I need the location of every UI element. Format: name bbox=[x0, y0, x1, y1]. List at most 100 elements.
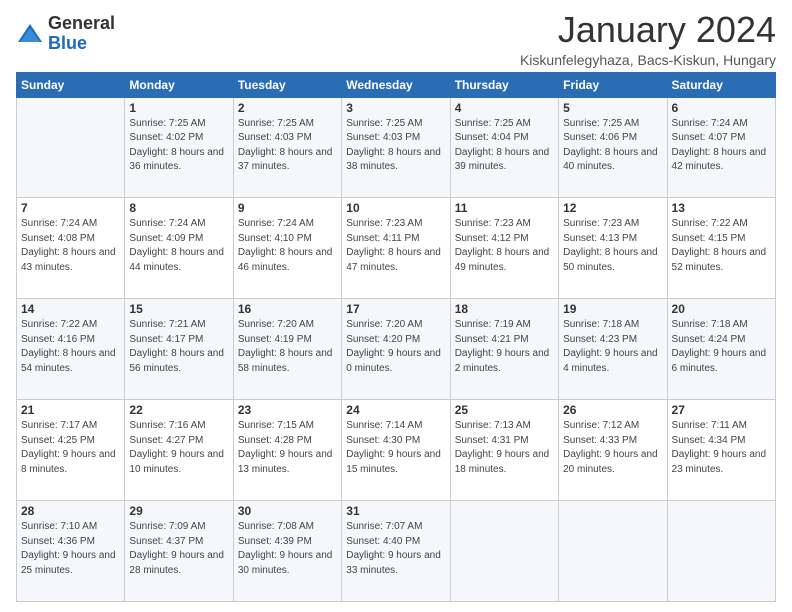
day-number: 28 bbox=[21, 504, 120, 518]
day-info: Sunrise: 7:24 AMSunset: 4:09 PMDaylight:… bbox=[129, 217, 228, 275]
day-number: 26 bbox=[563, 403, 662, 417]
day-info: Sunrise: 7:25 AMSunset: 4:03 PMDaylight:… bbox=[238, 117, 337, 175]
day-info: Sunrise: 7:09 AMSunset: 4:37 PMDaylight:… bbox=[129, 520, 228, 578]
page: General Blue January 2024 Kiskunfelegyha… bbox=[0, 0, 792, 612]
weekday-header: Tuesday bbox=[233, 72, 341, 97]
calendar-cell: 24 Sunrise: 7:14 AMSunset: 4:30 PMDayligh… bbox=[342, 400, 450, 501]
calendar-table: SundayMondayTuesdayWednesdayThursdayFrid… bbox=[16, 72, 776, 602]
calendar-cell bbox=[450, 501, 558, 602]
day-info: Sunrise: 7:24 AMSunset: 4:10 PMDaylight:… bbox=[238, 217, 337, 275]
calendar-cell: 29Sunrise: 7:09 AMSunset: 4:37 PMDayligh… bbox=[125, 501, 233, 602]
calendar-cell: 4 Sunrise: 7:25 AMSunset: 4:04 PMDaylight… bbox=[450, 97, 558, 198]
day-info: Sunrise: 7:23 AMSunset: 4:12 PMDaylight:… bbox=[455, 217, 554, 275]
calendar-cell bbox=[667, 501, 775, 602]
day-info: Sunrise: 7:24 AMSunset: 4:08 PMDaylight:… bbox=[21, 217, 120, 275]
day-info: Sunrise: 7:16 AMSunset: 4:27 PMDaylight:… bbox=[129, 419, 228, 477]
logo-text: General Blue bbox=[48, 14, 115, 54]
calendar-cell: 5Sunrise: 7:25 AMSunset: 4:06 PMDaylight… bbox=[559, 97, 667, 198]
day-info: Sunrise: 7:10 AMSunset: 4:36 PMDaylight:… bbox=[21, 520, 120, 578]
logo-blue: Blue bbox=[48, 34, 115, 54]
day-number: 13 bbox=[672, 201, 771, 215]
calendar-cell: 15 Sunrise: 7:21 AMSunset: 4:17 PMDayligh… bbox=[125, 299, 233, 400]
day-number: 31 bbox=[346, 504, 445, 518]
day-info: Sunrise: 7:22 AMSunset: 4:16 PMDaylight:… bbox=[21, 318, 120, 376]
day-info: Sunrise: 7:11 AMSunset: 4:34 PMDaylight:… bbox=[672, 419, 771, 477]
calendar-cell: 16 Sunrise: 7:20 AMSunset: 4:19 PMDayligh… bbox=[233, 299, 341, 400]
calendar-cell: 13 Sunrise: 7:22 AMSunset: 4:15 PMDayligh… bbox=[667, 198, 775, 299]
day-number: 23 bbox=[238, 403, 337, 417]
day-info: Sunrise: 7:25 AMSunset: 4:02 PMDaylight:… bbox=[129, 117, 228, 175]
calendar-cell: 8 Sunrise: 7:24 AMSunset: 4:09 PMDaylight… bbox=[125, 198, 233, 299]
calendar-cell: 23 Sunrise: 7:15 AMSunset: 4:28 PMDayligh… bbox=[233, 400, 341, 501]
day-number: 6 bbox=[672, 101, 771, 115]
day-number: 24 bbox=[346, 403, 445, 417]
weekday-header: Thursday bbox=[450, 72, 558, 97]
day-number: 21 bbox=[21, 403, 120, 417]
day-info: Sunrise: 7:14 AMSunset: 4:30 PMDaylight:… bbox=[346, 419, 445, 477]
day-info: Sunrise: 7:12 AMSunset: 4:33 PMDaylight:… bbox=[563, 419, 662, 477]
header: General Blue January 2024 Kiskunfelegyha… bbox=[16, 10, 776, 68]
day-number: 17 bbox=[346, 302, 445, 316]
logo-icon bbox=[16, 20, 44, 48]
day-info: Sunrise: 7:18 AMSunset: 4:24 PMDaylight:… bbox=[672, 318, 771, 376]
day-number: 22 bbox=[129, 403, 228, 417]
calendar-cell: 14Sunrise: 7:22 AMSunset: 4:16 PMDayligh… bbox=[17, 299, 125, 400]
day-info: Sunrise: 7:08 AMSunset: 4:39 PMDaylight:… bbox=[238, 520, 337, 578]
day-number: 8 bbox=[129, 201, 228, 215]
day-number: 11 bbox=[455, 201, 554, 215]
calendar-cell: 21 Sunrise: 7:17 AMSunset: 4:25 PMDayligh… bbox=[17, 400, 125, 501]
calendar-cell: 31 Sunrise: 7:07 AMSunset: 4:40 PMDayligh… bbox=[342, 501, 450, 602]
calendar-week-row: 14Sunrise: 7:22 AMSunset: 4:16 PMDayligh… bbox=[17, 299, 776, 400]
day-number: 2 bbox=[238, 101, 337, 115]
day-number: 18 bbox=[455, 302, 554, 316]
calendar-cell bbox=[559, 501, 667, 602]
logo: General Blue bbox=[16, 14, 115, 54]
weekday-header: Monday bbox=[125, 72, 233, 97]
day-info: Sunrise: 7:13 AMSunset: 4:31 PMDaylight:… bbox=[455, 419, 554, 477]
calendar-cell: 19 Sunrise: 7:18 AMSunset: 4:23 PMDayligh… bbox=[559, 299, 667, 400]
logo-general: General bbox=[48, 14, 115, 34]
day-number: 15 bbox=[129, 302, 228, 316]
day-number: 1 bbox=[129, 101, 228, 115]
day-info: Sunrise: 7:20 AMSunset: 4:20 PMDaylight:… bbox=[346, 318, 445, 376]
calendar-cell: 17 Sunrise: 7:20 AMSunset: 4:20 PMDayligh… bbox=[342, 299, 450, 400]
calendar-cell: 9 Sunrise: 7:24 AMSunset: 4:10 PMDaylight… bbox=[233, 198, 341, 299]
calendar-cell: 18 Sunrise: 7:19 AMSunset: 4:21 PMDayligh… bbox=[450, 299, 558, 400]
day-number: 10 bbox=[346, 201, 445, 215]
calendar-cell: 2 Sunrise: 7:25 AMSunset: 4:03 PMDaylight… bbox=[233, 97, 341, 198]
weekday-header: Friday bbox=[559, 72, 667, 97]
calendar-cell: 6Sunrise: 7:24 AMSunset: 4:07 PMDaylight… bbox=[667, 97, 775, 198]
calendar-week-row: 1 Sunrise: 7:25 AMSunset: 4:02 PMDaylight… bbox=[17, 97, 776, 198]
title-block: January 2024 Kiskunfelegyhaza, Bacs-Kisk… bbox=[520, 10, 776, 68]
day-info: Sunrise: 7:21 AMSunset: 4:17 PMDaylight:… bbox=[129, 318, 228, 376]
calendar-cell: 3Sunrise: 7:25 AMSunset: 4:03 PMDaylight… bbox=[342, 97, 450, 198]
day-number: 19 bbox=[563, 302, 662, 316]
calendar-cell: 12 Sunrise: 7:23 AMSunset: 4:13 PMDayligh… bbox=[559, 198, 667, 299]
location: Kiskunfelegyhaza, Bacs-Kiskun, Hungary bbox=[520, 52, 776, 68]
day-info: Sunrise: 7:15 AMSunset: 4:28 PMDaylight:… bbox=[238, 419, 337, 477]
day-info: Sunrise: 7:19 AMSunset: 4:21 PMDaylight:… bbox=[455, 318, 554, 376]
day-number: 16 bbox=[238, 302, 337, 316]
calendar-cell: 20Sunrise: 7:18 AMSunset: 4:24 PMDayligh… bbox=[667, 299, 775, 400]
day-info: Sunrise: 7:23 AMSunset: 4:13 PMDaylight:… bbox=[563, 217, 662, 275]
calendar-cell: 11 Sunrise: 7:23 AMSunset: 4:12 PMDayligh… bbox=[450, 198, 558, 299]
day-number: 9 bbox=[238, 201, 337, 215]
day-number: 4 bbox=[455, 101, 554, 115]
weekday-header: Wednesday bbox=[342, 72, 450, 97]
weekday-header: Saturday bbox=[667, 72, 775, 97]
day-info: Sunrise: 7:25 AMSunset: 4:03 PMDaylight:… bbox=[346, 117, 445, 175]
calendar-cell: 25Sunrise: 7:13 AMSunset: 4:31 PMDayligh… bbox=[450, 400, 558, 501]
day-info: Sunrise: 7:18 AMSunset: 4:23 PMDaylight:… bbox=[563, 318, 662, 376]
day-number: 12 bbox=[563, 201, 662, 215]
day-info: Sunrise: 7:20 AMSunset: 4:19 PMDaylight:… bbox=[238, 318, 337, 376]
day-info: Sunrise: 7:07 AMSunset: 4:40 PMDaylight:… bbox=[346, 520, 445, 578]
calendar-cell: 30Sunrise: 7:08 AMSunset: 4:39 PMDayligh… bbox=[233, 501, 341, 602]
day-info: Sunrise: 7:25 AMSunset: 4:04 PMDaylight:… bbox=[455, 117, 554, 175]
calendar-cell: 22 Sunrise: 7:16 AMSunset: 4:27 PMDayligh… bbox=[125, 400, 233, 501]
day-info: Sunrise: 7:17 AMSunset: 4:25 PMDaylight:… bbox=[21, 419, 120, 477]
day-number: 27 bbox=[672, 403, 771, 417]
calendar-cell: 1 Sunrise: 7:25 AMSunset: 4:02 PMDaylight… bbox=[125, 97, 233, 198]
calendar-week-row: 21 Sunrise: 7:17 AMSunset: 4:25 PMDayligh… bbox=[17, 400, 776, 501]
day-info: Sunrise: 7:22 AMSunset: 4:15 PMDaylight:… bbox=[672, 217, 771, 275]
calendar-cell bbox=[17, 97, 125, 198]
